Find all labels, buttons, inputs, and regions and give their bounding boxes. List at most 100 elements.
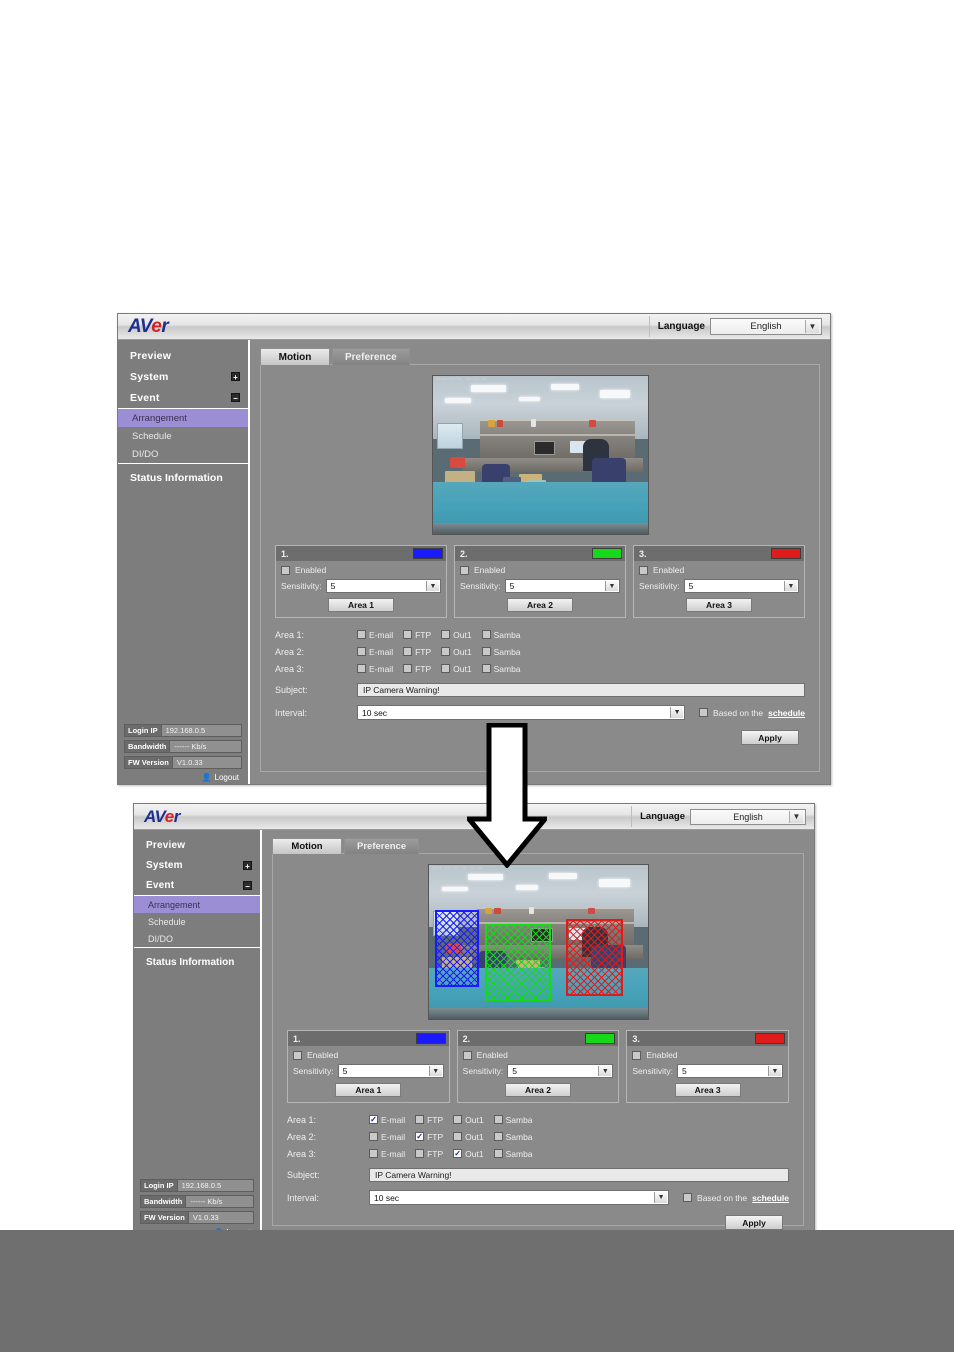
minus-icon[interactable]: − xyxy=(231,393,240,403)
checkbox-ftp[interactable] xyxy=(403,664,413,673)
checkbox-enabled[interactable] xyxy=(293,1050,302,1060)
sidebar-item-event[interactable]: Event − xyxy=(134,875,260,895)
notify-option-ftp[interactable]: FTP xyxy=(403,647,431,657)
notify-option-email[interactable]: E-mail xyxy=(357,630,393,640)
area-1-button[interactable]: Area 1 xyxy=(335,1083,402,1097)
notify-option-email[interactable]: E-mail xyxy=(357,647,393,657)
apply-button[interactable]: Apply xyxy=(741,730,799,745)
chevron-down-icon[interactable]: ▼ xyxy=(805,320,819,333)
area-enabled-row[interactable]: Enabled xyxy=(632,1050,783,1060)
sidebar-item-preview[interactable]: Preview xyxy=(134,835,260,855)
chevron-down-icon[interactable]: ▼ xyxy=(605,581,618,591)
chevron-down-icon[interactable]: ▼ xyxy=(654,1192,668,1203)
tab-motion[interactable]: Motion xyxy=(272,838,342,854)
notify-option-samba[interactable]: Samba xyxy=(481,647,521,657)
notify-option-ftp[interactable]: FTP xyxy=(415,1149,443,1159)
checkbox-enabled[interactable] xyxy=(632,1050,642,1060)
chevron-down-icon[interactable]: ▼ xyxy=(670,707,684,718)
sidebar-item-schedule[interactable]: Schedule xyxy=(134,913,260,930)
checkbox-samba[interactable] xyxy=(481,664,491,673)
checkbox-samba[interactable] xyxy=(481,647,491,656)
tab-motion[interactable]: Motion xyxy=(260,348,330,365)
checkbox-samba[interactable] xyxy=(481,630,491,639)
notify-option-out1[interactable]: Out1 xyxy=(441,647,472,657)
sensitivity-dropdown[interactable]: 5 ▼ xyxy=(507,1064,614,1078)
notify-option-out1[interactable]: Out1 xyxy=(441,664,472,674)
area-enabled-row[interactable]: Enabled xyxy=(293,1050,444,1060)
checkbox-ftp[interactable] xyxy=(415,1115,425,1124)
notify-option-out1[interactable]: Out1 xyxy=(441,630,472,640)
checkbox-based-on-schedule[interactable] xyxy=(683,1193,693,1202)
based-on-schedule[interactable]: Based on the schedule xyxy=(683,1193,789,1203)
chevron-down-icon[interactable]: ▼ xyxy=(768,1066,782,1076)
subject-input[interactable]: IP Camera Warning! xyxy=(369,1167,789,1182)
sidebar-item-status-information[interactable]: Status Information xyxy=(134,951,260,973)
motion-zone-1[interactable] xyxy=(435,909,479,987)
notify-option-ftp[interactable]: ✓ FTP xyxy=(415,1132,443,1142)
checkbox-out1[interactable]: ✓ xyxy=(453,1149,463,1158)
notify-option-samba[interactable]: Samba xyxy=(493,1115,533,1125)
checkbox-enabled[interactable] xyxy=(639,565,648,575)
checkbox-email[interactable] xyxy=(357,630,366,639)
checkbox-samba[interactable] xyxy=(493,1132,503,1141)
chevron-down-icon[interactable]: ▼ xyxy=(428,1066,442,1076)
area-3-button[interactable]: Area 3 xyxy=(674,1083,741,1097)
notify-option-samba[interactable]: Samba xyxy=(481,664,521,674)
chevron-down-icon[interactable]: ▼ xyxy=(784,581,797,591)
sensitivity-dropdown[interactable]: 5 ▼ xyxy=(504,579,620,593)
chevron-down-icon[interactable]: ▼ xyxy=(426,581,439,591)
area-1-button[interactable]: Area 1 xyxy=(328,598,394,612)
checkbox-out1[interactable] xyxy=(441,664,451,673)
interval-dropdown[interactable]: 10 sec ▼ xyxy=(369,1190,670,1205)
sidebar-item-arrangement[interactable]: Arrangement xyxy=(134,896,260,913)
sensitivity-dropdown[interactable]: 5 ▼ xyxy=(325,579,441,593)
interval-dropdown[interactable]: 10 sec ▼ xyxy=(357,705,686,720)
minus-icon[interactable]: − xyxy=(243,880,252,891)
checkbox-based-on-schedule[interactable] xyxy=(699,708,709,717)
checkbox-email[interactable]: ✓ xyxy=(369,1115,378,1124)
checkbox-email[interactable] xyxy=(357,664,366,673)
checkbox-samba[interactable] xyxy=(493,1115,503,1124)
checkbox-out1[interactable] xyxy=(453,1115,463,1124)
checkbox-ftp[interactable]: ✓ xyxy=(415,1132,425,1141)
sidebar-item-system[interactable]: System + xyxy=(134,855,260,875)
notify-option-email[interactable]: ✓ E-mail xyxy=(369,1115,405,1125)
checkbox-enabled[interactable] xyxy=(462,1050,472,1060)
area-enabled-row[interactable]: Enabled xyxy=(281,565,441,575)
tab-preference[interactable]: Preference xyxy=(332,348,410,365)
sidebar-item-schedule[interactable]: Schedule xyxy=(118,427,248,445)
notify-option-samba[interactable]: Samba xyxy=(493,1132,533,1142)
language-dropdown[interactable]: English ▼ xyxy=(710,318,822,335)
sensitivity-dropdown[interactable]: 5 ▼ xyxy=(676,1064,784,1078)
schedule-link[interactable]: schedule xyxy=(768,708,805,718)
motion-zone-3[interactable] xyxy=(566,918,624,996)
tab-preference[interactable]: Preference xyxy=(344,838,420,854)
motion-zone-2[interactable] xyxy=(485,923,552,1001)
notify-option-samba[interactable]: Samba xyxy=(481,630,521,640)
checkbox-out1[interactable] xyxy=(453,1132,463,1141)
area-3-button[interactable]: Area 3 xyxy=(686,598,752,612)
checkbox-enabled[interactable] xyxy=(460,565,469,575)
area-2-button[interactable]: Area 2 xyxy=(505,1083,571,1097)
checkbox-email[interactable] xyxy=(369,1149,378,1158)
checkbox-email[interactable] xyxy=(357,647,366,656)
schedule-link[interactable]: schedule xyxy=(752,1193,789,1203)
sidebar-item-preview[interactable]: Preview xyxy=(118,345,248,366)
sensitivity-dropdown[interactable]: 5 ▼ xyxy=(337,1064,444,1078)
video-preview[interactable]: 2010/03/01 10:31:04 xyxy=(431,375,649,535)
language-dropdown[interactable]: English ▼ xyxy=(690,808,806,825)
sidebar-item-status-information[interactable]: Status Information xyxy=(118,467,248,489)
notify-option-email[interactable]: E-mail xyxy=(369,1132,405,1142)
notify-option-out1[interactable]: Out1 xyxy=(453,1132,484,1142)
checkbox-samba[interactable] xyxy=(493,1149,503,1158)
logout-button[interactable]: 👤 Logout xyxy=(124,772,242,782)
notify-option-email[interactable]: E-mail xyxy=(357,664,393,674)
checkbox-email[interactable] xyxy=(369,1132,378,1141)
video-preview[interactable]: 2010/03/01 10:31:04 xyxy=(427,864,649,1020)
notify-option-email[interactable]: E-mail xyxy=(369,1149,405,1159)
sidebar-item-event[interactable]: Event − xyxy=(118,387,248,408)
checkbox-out1[interactable] xyxy=(441,647,451,656)
area-enabled-row[interactable]: Enabled xyxy=(460,565,620,575)
chevron-down-icon[interactable]: ▼ xyxy=(789,810,803,823)
checkbox-enabled[interactable] xyxy=(281,565,290,575)
